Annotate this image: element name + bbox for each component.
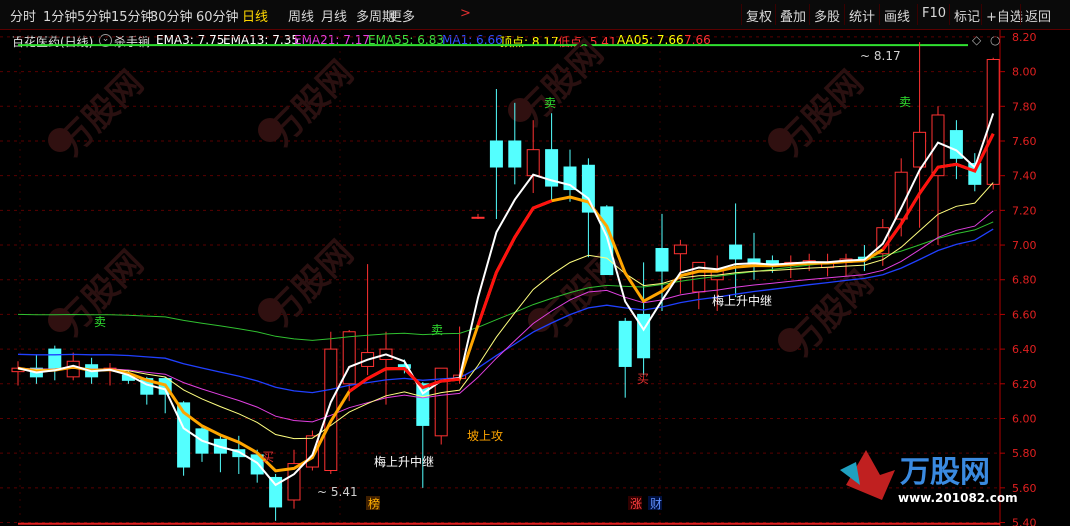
tab-period-0[interactable]: 分时 <box>10 6 36 25</box>
tab-period-1[interactable]: 1分钟 <box>43 6 77 25</box>
period-toolbar: 分时 1分钟 5分钟 15分钟 30分钟 60分钟 日线 周线 月线 多周期 更多 > 复权 叠加 多股统… <box>0 0 1070 30</box>
toolbar-button-8[interactable]: 返回 <box>1025 6 1051 25</box>
watermark-logo-icon <box>258 298 282 322</box>
y-tick-label: 7.80 <box>1012 100 1037 113</box>
toolbar-separator <box>809 4 810 25</box>
candle-body <box>526 149 540 177</box>
badge-bang: 榜 <box>368 496 380 511</box>
candle-body <box>471 216 485 219</box>
sell-signal: 卖 <box>899 95 911 109</box>
toolbar-button-7[interactable]: +自选 <box>986 6 1023 25</box>
toolbar-button-3[interactable]: 统计 <box>849 6 875 25</box>
toolbar-separator <box>917 4 918 25</box>
y-tick-label: 6.40 <box>1012 343 1037 356</box>
tab-period-2[interactable]: 5分钟 <box>77 6 111 25</box>
toolbar-separator <box>1020 4 1021 25</box>
toolbar-button-5[interactable]: F10 <box>922 6 946 21</box>
toolbar-button-4[interactable]: 画线 <box>884 6 910 25</box>
watermark-logo-icon <box>48 308 72 332</box>
candle-body <box>508 140 522 168</box>
toolbar-separator <box>741 4 742 25</box>
y-tick-label: 5.80 <box>1012 447 1037 460</box>
candle-body <box>673 244 687 255</box>
y-tick-label: 7.00 <box>1012 239 1037 252</box>
y-tick-label: 6.80 <box>1012 274 1037 287</box>
watermark-logo-icon <box>768 128 792 152</box>
candle-body <box>618 320 632 367</box>
trend-note: 梅上升中继 <box>374 454 434 469</box>
y-tick-label: 6.00 <box>1012 412 1037 425</box>
y-tick-label: 5.40 <box>1012 517 1037 526</box>
brand-url: www.201082.com <box>898 491 1018 505</box>
watermark-logo-icon <box>508 98 532 122</box>
candle-body <box>913 131 927 168</box>
y-tick-label: 6.20 <box>1012 378 1037 391</box>
candle-body <box>324 348 338 472</box>
y-tick-label: 7.20 <box>1012 204 1037 217</box>
toolbar-button-0[interactable]: 复权 <box>746 6 772 25</box>
y-tick-label: 8.00 <box>1012 66 1037 79</box>
candle-body <box>986 58 1000 185</box>
watermark-logo-icon <box>258 118 282 142</box>
tab-period-5[interactable]: 60分钟 <box>196 6 239 25</box>
more-arrow-icon[interactable]: > <box>460 6 471 21</box>
tab-period-4[interactable]: 30分钟 <box>150 6 193 25</box>
badge-zhang: 涨 <box>630 496 642 511</box>
low-price-label: ~ 5.41 <box>317 485 358 499</box>
tab-period-6[interactable]: 日线 <box>242 6 268 25</box>
candle-body <box>729 244 743 260</box>
candle-body <box>747 258 761 263</box>
toolbar-button-2[interactable]: 多股 <box>814 6 840 25</box>
candle-body <box>489 140 503 168</box>
toolbar-separator <box>844 4 845 25</box>
y-tick-label: 8.20 <box>1012 31 1037 44</box>
buy-signal: 买 <box>637 372 649 386</box>
sell-signal: 卖 <box>431 323 443 337</box>
trend-note: 坡上攻 <box>467 429 503 443</box>
tab-period-8[interactable]: 月线 <box>321 6 347 25</box>
toolbar-button-1[interactable]: 叠加 <box>780 6 806 25</box>
kline-chart[interactable]: 5.405.605.806.006.206.406.606.807.007.20… <box>0 30 1070 526</box>
sell-signal: 卖 <box>94 315 106 329</box>
candle-body <box>637 313 651 359</box>
watermark-logo-icon <box>778 328 802 352</box>
toolbar-separator <box>981 4 982 25</box>
high-price-label: ~ 8.17 <box>860 49 901 63</box>
tab-period-3[interactable]: 15分钟 <box>111 6 154 25</box>
sell-signal: 卖 <box>544 96 556 110</box>
badge-cai: 财 <box>650 497 662 511</box>
candle-body <box>48 348 62 369</box>
y-tick-label: 7.40 <box>1012 170 1037 183</box>
brand-name: 万股网 <box>900 455 990 490</box>
toolbar-separator <box>949 4 950 25</box>
tab-period-7[interactable]: 周线 <box>288 6 314 25</box>
toolbar-button-6[interactable]: 标记 <box>954 6 980 25</box>
buy-signal: 买 <box>262 450 274 464</box>
tab-period-10[interactable]: 更多 <box>389 6 415 25</box>
toolbar-separator <box>775 4 776 25</box>
watermark-logo-icon <box>48 128 72 152</box>
trend-note: 梅上升中继 <box>712 293 772 308</box>
toolbar-separator <box>879 4 880 25</box>
candle-body <box>894 171 908 220</box>
y-tick-label: 6.60 <box>1012 308 1037 321</box>
candle-body <box>655 248 669 272</box>
y-tick-label: 7.60 <box>1012 135 1037 148</box>
